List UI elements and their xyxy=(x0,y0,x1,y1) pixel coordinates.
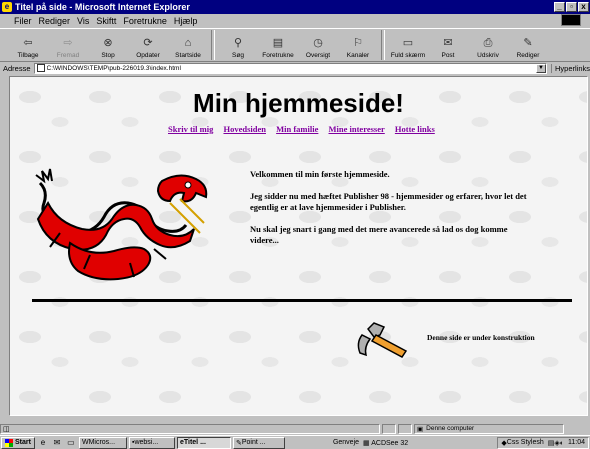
quicklaunch-ie-icon[interactable]: e xyxy=(37,438,49,448)
menu-bar: Filer Rediger Vis Skiftt Foretrukne Hjæl… xyxy=(0,14,590,27)
home-button[interactable]: ⌂ Startside xyxy=(168,29,208,61)
refresh-button[interactable]: ⟳ Opdater xyxy=(128,29,168,61)
paragraph-welcome: Velkommen til min første hjemmeside. xyxy=(250,169,390,179)
stop-button[interactable]: ⊗ Stop xyxy=(88,29,128,61)
task-titel[interactable]: e Titel ... xyxy=(176,436,231,449)
nav-links: Skriv til mig Hovedsiden Min familie Min… xyxy=(168,124,443,134)
status-cell xyxy=(382,423,396,434)
status-text-cell: ◫ xyxy=(0,423,380,434)
page-title: Min hjemmeside! xyxy=(193,88,404,118)
start-button[interactable]: Start xyxy=(1,436,35,449)
forward-button[interactable]: ⇨ Fremad xyxy=(48,29,88,61)
mail-button[interactable]: ✉ Post xyxy=(428,29,468,61)
menu-skift[interactable]: Skiftt xyxy=(96,16,116,26)
page-content: Min hjemmeside! Skriv til mig Hovedsiden… xyxy=(9,76,588,416)
menu-foretrukne[interactable]: Foretrukne xyxy=(123,16,167,26)
toolbar-separator xyxy=(381,30,385,60)
clock: 11:04 xyxy=(568,439,585,446)
word-icon: W xyxy=(81,439,89,446)
search-button[interactable]: ⚲ Søg xyxy=(218,29,258,61)
system-tray: ◆ Css Stylesh ▤◈◐ 11:04 xyxy=(497,436,589,449)
channels-button[interactable]: ⚐ Kanaler xyxy=(338,29,378,61)
genveje-label[interactable]: Genveje xyxy=(333,439,359,446)
task-website[interactable]: ▪ websi... xyxy=(128,436,175,449)
maximize-button[interactable]: ▫ xyxy=(566,2,577,12)
ie-logo-icon: e xyxy=(2,2,12,12)
task-word[interactable]: W Micros... xyxy=(78,436,127,449)
back-button[interactable]: ⇦ Tilbage xyxy=(8,29,48,61)
windows-flag-icon xyxy=(561,14,581,26)
favorites-button[interactable]: ▤ Foretrukne xyxy=(258,29,298,61)
ie-window: e Titel på side - Microsoft Internet Exp… xyxy=(0,0,590,449)
construction-notice: Denne side er under konstruktion xyxy=(427,333,535,342)
title-bar: e Titel på side - Microsoft Internet Exp… xyxy=(0,0,590,14)
history-icon: ◷ xyxy=(313,37,323,49)
back-arrow-icon: ⇦ xyxy=(23,37,33,49)
address-input[interactable]: C:\WINDOWS\TEMP\pub-226019.3\index.html … xyxy=(33,62,547,74)
toolbar-separator xyxy=(211,30,215,60)
history-button[interactable]: ◷ Oversigt xyxy=(298,29,338,61)
tray-icons[interactable]: ▤◈◐ xyxy=(548,439,564,447)
address-dropdown-button[interactable]: ▼ xyxy=(535,63,546,73)
print-icon: ⎙ xyxy=(483,37,493,49)
address-value: C:\WINDOWS\TEMP\pub-226019.3\index.html xyxy=(46,64,181,72)
nav-link-mine-interesser[interactable]: Mine interesser xyxy=(329,124,385,134)
menu-vis[interactable]: Vis xyxy=(77,16,89,26)
print-button[interactable]: ⎙ Udskriv xyxy=(468,29,508,61)
task-paint[interactable]: ✎ Point ... xyxy=(232,436,285,449)
fullscreen-button[interactable]: ▭ Fuld skærm xyxy=(388,29,428,61)
nav-link-skriv-til-mig[interactable]: Skriv til mig xyxy=(168,124,213,134)
stop-icon: ⊗ xyxy=(103,37,113,49)
refresh-icon: ⟳ xyxy=(143,37,153,49)
status-cell xyxy=(398,423,412,434)
paragraph-publisher: Jeg sidder nu med hæftet Publisher 98 - … xyxy=(250,191,527,212)
welcome-text: Velkommen til min første hjemmeside. Jeg… xyxy=(250,169,530,257)
home-icon: ⌂ xyxy=(184,37,192,49)
quicklaunch-outlook-icon[interactable]: ✉ xyxy=(51,438,63,448)
page-done-icon: ◫ xyxy=(3,425,10,433)
minimize-button[interactable]: _ xyxy=(554,2,565,12)
zone-label: Denne computer xyxy=(426,425,475,432)
zone-cell: ▣ Denne computer xyxy=(414,423,564,434)
search-icon: ⚲ xyxy=(233,37,243,49)
menu-hjaelp[interactable]: Hjælp xyxy=(174,16,198,26)
dragon-image xyxy=(35,168,208,281)
forward-arrow-icon: ⇨ xyxy=(63,37,73,49)
paragraph-advanced: Nu skal jeg snart i gang med det mere av… xyxy=(250,224,508,245)
address-label: Adresse xyxy=(3,63,31,73)
address-bar: Adresse C:\WINDOWS\TEMP\pub-226019.3\ind… xyxy=(0,62,590,74)
toolbar: ⇦ Tilbage ⇨ Fremad ⊗ Stop ⟳ Opdater ⌂ Startsi… xyxy=(0,28,590,62)
close-button[interactable]: x xyxy=(578,2,589,12)
channels-icon: ⚐ xyxy=(353,37,363,49)
menu-filer[interactable]: Filer xyxy=(14,16,32,26)
taskbar: Start e ✉ ▭ W Micros... ▪ websi... e Tit… xyxy=(0,435,590,449)
nav-link-min-familie[interactable]: Min familie xyxy=(276,124,318,134)
quicklaunch-desktop-icon[interactable]: ▭ xyxy=(65,438,77,448)
status-bar: ◫ ▣ Denne computer xyxy=(0,423,590,434)
horizontal-rule xyxy=(32,299,572,302)
acdsee-icon: ▦ xyxy=(363,439,372,447)
nav-link-hotte-links[interactable]: Hotte links xyxy=(395,124,435,134)
computer-icon: ▣ xyxy=(417,425,424,433)
favorites-icon: ▤ xyxy=(272,37,284,49)
edit-button[interactable]: ✎ Rediger xyxy=(508,29,548,61)
page-icon xyxy=(36,64,45,72)
hammer-icon xyxy=(357,322,408,358)
menu-rediger[interactable]: Rediger xyxy=(39,16,71,26)
acdsee-shortcut[interactable]: ▦ ACDSee 32 xyxy=(363,439,408,447)
mail-icon: ✉ xyxy=(443,37,453,49)
window-title: Titel på side - Microsoft Internet Explo… xyxy=(15,2,190,12)
stylesheet-label[interactable]: Css Stylesh xyxy=(507,439,544,446)
windows-logo-icon xyxy=(5,438,13,447)
edit-icon: ✎ xyxy=(523,37,533,49)
nav-link-hovedsiden[interactable]: Hovedsiden xyxy=(223,124,266,134)
fullscreen-icon: ▭ xyxy=(402,37,414,49)
links-toolbar[interactable]: Hyperlinks xyxy=(550,63,590,73)
